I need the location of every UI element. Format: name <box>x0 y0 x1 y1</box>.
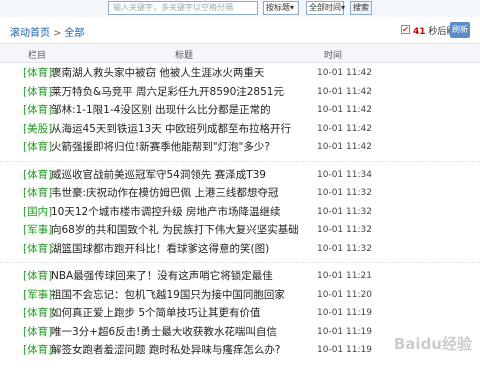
search-bar: 输入关键字，多关键字以空格分隔 按标题▾ 全部时间▾ 搜索 <box>0 0 480 17</box>
row-time: 10-01 11:42 <box>317 123 372 134</box>
row-time: 10-01 11:20 <box>317 289 372 300</box>
row-category[interactable]: [国内] <box>23 203 52 222</box>
row-title-link[interactable]: 祖国不会忘记：包机飞越19国只为接中国同胞回家 <box>51 286 285 305</box>
row-time: 10-01 11:32 <box>317 225 372 235</box>
row-time: 10-01 11:42 <box>317 142 372 152</box>
news-row: [体育] 火箭强援即将归位!新赛季他能帮到"灯泡"多少? 10-01 11:42 <box>0 138 480 157</box>
row-title-link[interactable]: NBA最强传球回来了！没有这声哨它将锁定最佳 <box>51 267 273 286</box>
table-header: 栏目 标题 时间 <box>0 44 480 63</box>
news-row: [体育] 韦世豪:庆祝动作在模仿姆巴佩 上港三线都想夺冠 10-01 11:32 <box>0 184 480 203</box>
row-time: 10-01 11:19 <box>317 326 372 337</box>
row-title-link[interactable]: 10天12个城市楼市调控升级 房地产市场降温继续 <box>51 203 281 222</box>
search-input[interactable]: 输入关键字，多关键字以空格分隔 <box>108 1 258 15</box>
time-select[interactable]: 全部时间▾ <box>306 1 346 15</box>
chevron-down-icon: ▾ <box>341 3 346 12</box>
row-time: 10-01 11:34 <box>317 169 372 180</box>
news-group: [体育] 威巡收官战前美巡冠军守54洞领先 赛泽成T39 10-01 11:34 [… <box>0 166 480 263</box>
row-time: 10-01 11:32 <box>317 206 372 217</box>
news-row: [体育] 威巡收官战前美巡冠军守54洞领先 赛泽成T39 10-01 11:34 <box>0 166 480 185</box>
row-time: 10-01 11:32 <box>317 188 372 198</box>
breadcrumb-separator: > <box>53 28 62 39</box>
breadcrumb-home[interactable]: 滚动首页 <box>10 28 50 39</box>
row-category[interactable]: [体育] <box>23 323 52 342</box>
row-title-link[interactable]: 从海运45天到铁运13天 中欧班列成都至布拉格开行 <box>51 120 291 139</box>
news-row: [体育] 邹林:1-1限1-4没区别 出现什么比分都是正常的 10-01 11:42 <box>0 101 480 120</box>
news-row: [国内] 10天12个城市楼市调控升级 房地产市场降温继续 10-01 11:32 <box>0 203 480 222</box>
row-category[interactable]: [体育] <box>23 240 52 259</box>
row-title-link[interactable]: 湖篮国球都市跑开科比！看球爹这得意的笑(图) <box>51 240 269 259</box>
row-title-link[interactable]: 褒南湖人救头家中被窃 他被人生涯冰火两重天 <box>51 64 264 83</box>
row-title-link[interactable]: 向68岁的共和国致个礼 为民族打下伟大复兴坚实基础 <box>51 221 299 240</box>
news-list: [体育] 褒南湖人救头家中被窃 他被人生涯冰火两重天 10-01 11:42 [体育… <box>0 64 480 368</box>
row-category[interactable]: [体育] <box>23 267 52 286</box>
row-category[interactable]: [体育] <box>23 101 52 120</box>
news-row: [美股] 从海运45天到铁运13天 中欧班列成都至布拉格开行 10-01 11:42 <box>0 120 480 139</box>
row-time: 10-01 11:42 <box>317 86 372 97</box>
row-time: 10-01 11:19 <box>317 345 372 355</box>
row-category[interactable]: [体育] <box>23 64 52 83</box>
row-category[interactable]: [体育] <box>23 138 52 157</box>
category-select[interactable]: 按标题▾ <box>263 1 299 15</box>
row-category[interactable]: [美股] <box>23 120 52 139</box>
news-row: [体育] NBA最强传球回来了！没有这声哨它将锁定最佳 10-01 11:21 <box>0 267 480 286</box>
row-time: 10-01 11:42 <box>317 105 372 115</box>
news-row: [体育] 湖篮国球都市跑开科比！看球爹这得意的笑(图) 10-01 11:32 <box>0 240 480 259</box>
search-button[interactable]: 搜索 <box>350 1 372 15</box>
row-time: 10-01 11:42 <box>317 68 372 78</box>
row-category[interactable]: [军事] <box>23 286 52 305</box>
news-row: [体育] 褒南湖人救头家中被窃 他被人生涯冰火两重天 10-01 11:42 <box>0 64 480 83</box>
auto-refresh-checkbox[interactable]: ✔ <box>401 25 410 34</box>
watermark-logo: Baidu经验 <box>393 335 472 353</box>
row-title-link[interactable]: 威巡收官战前美巡冠军守54洞领先 赛泽成T39 <box>51 166 266 185</box>
refresh-button[interactable]: 刷新 <box>450 22 470 38</box>
column-header-time: 时间 <box>324 51 343 61</box>
row-title-link[interactable]: 如何真正爱上跑步 5个简单技巧让其更有价值 <box>51 304 261 323</box>
countdown-seconds: 41 <box>413 27 426 37</box>
nav-bar: 滚动首页 > 全部 ✔ 41 秒后刷新 刷新 <box>0 17 480 44</box>
row-title-link[interactable]: 唯一3分+超6反击!勇士最大收获教水花喘叫自信 <box>51 323 277 342</box>
news-row: [体育] 莱万特负&马竞平 周六足彩任九开8590注2851元 10-01 11:4… <box>0 83 480 102</box>
row-time: 10-01 11:32 <box>317 243 372 254</box>
row-title-link[interactable]: 邹林:1-1限1-4没区别 出现什么比分都是正常的 <box>51 101 271 120</box>
row-category[interactable]: [体育] <box>23 83 52 102</box>
row-category[interactable]: [体育] <box>23 341 52 360</box>
breadcrumb-current[interactable]: 全部 <box>64 28 84 39</box>
time-select-value: 全部时间 <box>309 3 341 12</box>
column-header-title: 标题 <box>175 51 194 61</box>
row-category[interactable]: [军事] <box>23 221 52 240</box>
row-category[interactable]: [体育] <box>23 184 52 203</box>
news-row: [体育] 如何真正爱上跑步 5个简单技巧让其更有价值 10-01 11:19 <box>0 304 480 323</box>
row-title-link[interactable]: 解签女跑者羞涩问题 跑时私处异味与瘙痒怎么办? <box>51 341 280 360</box>
news-row: [军事] 向68岁的共和国致个礼 为民族打下伟大复兴坚实基础 10-01 11:32 <box>0 221 480 240</box>
row-category[interactable]: [体育] <box>23 166 52 185</box>
category-select-value: 按标题 <box>266 3 290 12</box>
row-title-link[interactable]: 韦世豪:庆祝动作在模仿姆巴佩 上港三线都想夺冠 <box>51 184 278 203</box>
row-title-link[interactable]: 莱万特负&马竞平 周六足彩任九开8590注2851元 <box>51 83 284 102</box>
row-time: 10-01 11:21 <box>317 271 372 281</box>
breadcrumb: 滚动首页 > 全部 <box>10 24 84 39</box>
news-group: [体育] 褒南湖人救头家中被窃 他被人生涯冰火两重天 10-01 11:42 [体育… <box>0 64 480 162</box>
row-title-link[interactable]: 火箭强援即将归位!新赛季他能帮到"灯泡"多少? <box>51 138 270 157</box>
row-time: 10-01 11:19 <box>317 308 372 318</box>
chevron-down-icon: ▾ <box>290 3 295 12</box>
row-category[interactable]: [体育] <box>23 304 52 323</box>
news-row: [军事] 祖国不会忘记：包机飞越19国只为接中国同胞回家 10-01 11:20 <box>0 286 480 305</box>
column-header-category: 栏目 <box>28 51 47 61</box>
